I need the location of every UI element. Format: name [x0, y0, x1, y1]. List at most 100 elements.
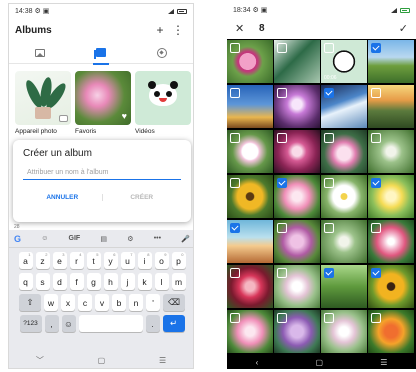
- photo-thumbnail[interactable]: [274, 265, 320, 308]
- microphone-icon[interactable]: 🎤: [181, 235, 190, 243]
- photo-thumbnail[interactable]: [227, 220, 273, 263]
- photo-thumbnail[interactable]: [227, 85, 273, 128]
- google-icon[interactable]: G: [14, 234, 21, 244]
- tab-explore[interactable]: [142, 42, 182, 64]
- checkbox[interactable]: [230, 178, 240, 188]
- back-icon[interactable]: ‹: [256, 358, 259, 367]
- photo-thumbnail[interactable]: [227, 40, 273, 83]
- checkbox[interactable]: [324, 313, 334, 323]
- photo-thumbnail[interactable]: [368, 85, 414, 128]
- apostrophe-key[interactable]: ': [146, 294, 160, 311]
- album-favorites[interactable]: ♥ Favoris: [75, 71, 131, 135]
- checkbox[interactable]: [371, 223, 381, 233]
- checkbox[interactable]: [277, 268, 287, 278]
- checkbox[interactable]: [371, 313, 381, 323]
- space-bar[interactable]: [78, 315, 143, 332]
- more-options-icon[interactable]: ⋮: [169, 23, 187, 37]
- key-j[interactable]: j: [120, 273, 135, 290]
- checkbox[interactable]: [277, 88, 287, 98]
- period-key[interactable]: .: [145, 315, 160, 332]
- close-icon[interactable]: ✕: [235, 22, 251, 35]
- emoji-key[interactable]: ☺: [61, 315, 76, 332]
- hide-keyboard-icon[interactable]: ﹀: [36, 355, 44, 366]
- checkbox[interactable]: [324, 178, 334, 188]
- key-k[interactable]: k: [137, 273, 152, 290]
- photo-thumbnail[interactable]: [227, 265, 273, 308]
- album-name-input[interactable]: Attribuer un nom à l'album: [23, 169, 181, 180]
- backspace-key[interactable]: ⌫: [163, 294, 185, 311]
- key-q[interactable]: q: [18, 273, 33, 290]
- photo-thumbnail[interactable]: [274, 175, 320, 218]
- checkbox[interactable]: [371, 133, 381, 143]
- key-a[interactable]: a1: [18, 252, 33, 269]
- checkbox[interactable]: [230, 313, 240, 323]
- checkbox-checked[interactable]: [324, 268, 334, 278]
- create-button[interactable]: CRÉER: [103, 194, 182, 201]
- cancel-button[interactable]: ANNULER: [23, 194, 103, 201]
- key-t[interactable]: t5: [86, 252, 101, 269]
- checkbox[interactable]: [277, 133, 287, 143]
- checkbox[interactable]: [371, 88, 381, 98]
- key-p[interactable]: p0: [171, 252, 186, 269]
- photo-thumbnail[interactable]: [321, 310, 367, 353]
- key-o[interactable]: o9: [154, 252, 169, 269]
- checkbox[interactable]: [277, 223, 287, 233]
- comma-key[interactable]: ,: [44, 315, 59, 332]
- key-z[interactable]: z2: [35, 252, 50, 269]
- key-x[interactable]: x: [61, 294, 75, 311]
- settings-icon[interactable]: ⚙: [127, 235, 133, 243]
- key-f[interactable]: f: [69, 273, 84, 290]
- checkbox-checked[interactable]: [371, 43, 381, 53]
- checkbox-checked[interactable]: [371, 178, 381, 188]
- key-y[interactable]: y6: [103, 252, 118, 269]
- key-b[interactable]: b: [112, 294, 126, 311]
- key-u[interactable]: u7: [120, 252, 135, 269]
- album-videos[interactable]: Vidéos: [135, 71, 191, 135]
- checkbox[interactable]: [324, 133, 334, 143]
- checkbox[interactable]: [230, 43, 240, 53]
- checkbox-checked[interactable]: [371, 268, 381, 278]
- tab-photos[interactable]: [20, 42, 60, 64]
- symbols-key[interactable]: ?123: [19, 315, 42, 332]
- key-e[interactable]: e3: [52, 252, 67, 269]
- key-r[interactable]: r4: [69, 252, 84, 269]
- photo-thumbnail[interactable]: [321, 130, 367, 173]
- photo-thumbnail[interactable]: [274, 310, 320, 353]
- photo-thumbnail[interactable]: [368, 265, 414, 308]
- photo-thumbnail[interactable]: [368, 310, 414, 353]
- key-c[interactable]: c: [78, 294, 92, 311]
- add-icon[interactable]: +: [151, 23, 169, 37]
- photo-thumbnail[interactable]: 00:06: [321, 40, 367, 83]
- photo-thumbnail[interactable]: [321, 175, 367, 218]
- photo-thumbnail[interactable]: [368, 175, 414, 218]
- key-n[interactable]: n: [129, 294, 143, 311]
- photo-thumbnail[interactable]: [274, 40, 320, 83]
- shift-key[interactable]: ⇧: [19, 294, 41, 311]
- key-g[interactable]: g: [86, 273, 101, 290]
- photo-thumbnail[interactable]: [321, 85, 367, 128]
- key-l[interactable]: l: [154, 273, 169, 290]
- tab-albums[interactable]: [81, 42, 121, 65]
- home-icon[interactable]: ▢: [315, 358, 323, 367]
- key-m[interactable]: m: [171, 273, 186, 290]
- recents-icon[interactable]: ☰: [159, 356, 166, 365]
- gif-button[interactable]: GIF: [69, 235, 81, 242]
- photo-thumbnail[interactable]: [227, 310, 273, 353]
- photo-thumbnail[interactable]: [321, 220, 367, 263]
- confirm-icon[interactable]: ✓: [399, 22, 408, 35]
- photo-thumbnail[interactable]: [368, 130, 414, 173]
- photo-thumbnail[interactable]: [368, 40, 414, 83]
- photo-thumbnail[interactable]: [321, 265, 367, 308]
- checkbox[interactable]: [324, 223, 334, 233]
- more-icon[interactable]: •••: [154, 235, 161, 242]
- sticker-icon[interactable]: ☺: [41, 235, 48, 242]
- clipboard-icon[interactable]: ▤: [100, 235, 107, 243]
- photo-thumbnail[interactable]: [274, 85, 320, 128]
- checkbox-checked[interactable]: [230, 223, 240, 233]
- checkbox-checked[interactable]: [277, 178, 287, 188]
- enter-key[interactable]: ↵: [162, 315, 185, 332]
- album-camera[interactable]: Appareil photo: [15, 71, 71, 135]
- key-d[interactable]: d: [52, 273, 67, 290]
- checkbox[interactable]: [230, 268, 240, 278]
- home-icon[interactable]: ▢: [98, 356, 106, 365]
